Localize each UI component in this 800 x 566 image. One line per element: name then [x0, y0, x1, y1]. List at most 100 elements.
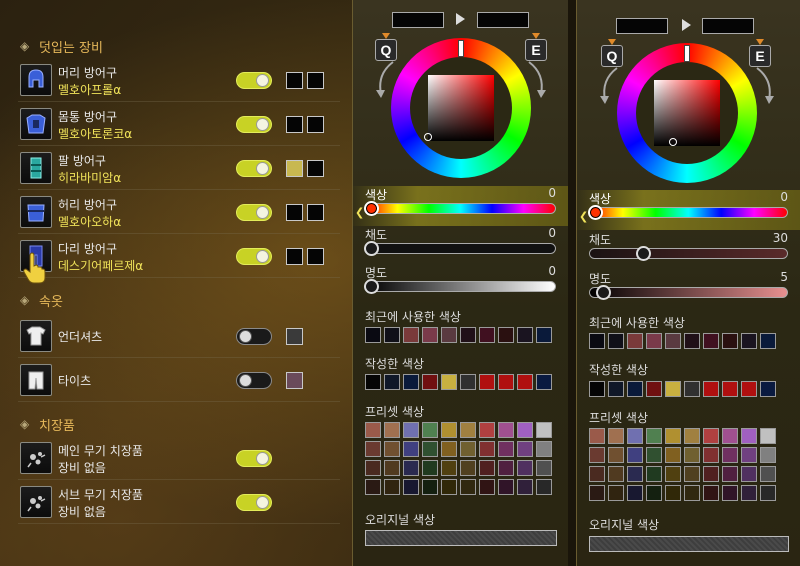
equipment-row-undershirt[interactable]: 언더셔츠 — [18, 318, 340, 358]
color-swatch[interactable] — [703, 381, 719, 397]
color-swatch[interactable] — [665, 485, 681, 501]
color-swatch[interactable] — [365, 374, 381, 390]
color-swatch[interactable] — [498, 422, 514, 438]
color-swatch[interactable] — [517, 479, 533, 495]
color-swatch[interactable] — [665, 381, 681, 397]
color-swatch[interactable] — [741, 447, 757, 463]
equipment-row-waist[interactable]: 허리 방어구 멜호아오하α — [18, 194, 340, 234]
color-swatch-primary[interactable] — [286, 72, 303, 89]
color-swatch[interactable] — [722, 466, 738, 482]
visibility-toggle[interactable] — [236, 204, 272, 221]
chevron-left-icon[interactable]: ❮ — [579, 210, 588, 223]
color-swatch[interactable] — [703, 447, 719, 463]
color-swatch-primary[interactable] — [286, 372, 303, 389]
color-swatch[interactable] — [517, 374, 533, 390]
color-swatch[interactable] — [722, 333, 738, 349]
equipment-row-legs[interactable]: 다리 방어구 데스기어페르제α — [18, 238, 340, 278]
color-swatch[interactable] — [384, 327, 400, 343]
color-swatch[interactable] — [627, 485, 643, 501]
equipment-row-chest[interactable]: 몸통 방어구 멜호아토론코α — [18, 106, 340, 146]
color-swatch[interactable] — [460, 327, 476, 343]
equipment-row-main-weapon-decor[interactable]: 메인 무기 치장품 장비 없음 — [18, 440, 340, 480]
color-swatch[interactable] — [460, 479, 476, 495]
color-swatch[interactable] — [608, 485, 624, 501]
color-swatch-secondary[interactable] — [307, 116, 324, 133]
color-swatch[interactable] — [684, 447, 700, 463]
saturation-slider-knob[interactable] — [364, 241, 379, 256]
color-swatch[interactable] — [646, 381, 662, 397]
color-swatch[interactable] — [703, 466, 719, 482]
color-swatch[interactable] — [517, 327, 533, 343]
color-swatch[interactable] — [627, 428, 643, 444]
color-swatch[interactable] — [517, 460, 533, 476]
key-e-button[interactable]: E — [525, 33, 547, 61]
color-swatch[interactable] — [760, 381, 776, 397]
hue-slider-knob[interactable] — [588, 205, 603, 220]
color-swatch[interactable] — [460, 422, 476, 438]
color-swatch[interactable] — [365, 460, 381, 476]
color-swatch[interactable] — [441, 327, 457, 343]
color-swatch[interactable] — [741, 333, 757, 349]
color-swatch[interactable] — [722, 485, 738, 501]
saturation-brightness-square[interactable] — [424, 75, 494, 141]
color-swatch[interactable] — [479, 374, 495, 390]
color-swatch[interactable] — [665, 428, 681, 444]
visibility-toggle[interactable] — [236, 328, 272, 345]
color-swatch[interactable] — [479, 327, 495, 343]
color-swatch[interactable] — [403, 422, 419, 438]
equipment-row-tights[interactable]: 타이츠 — [18, 362, 340, 402]
saturation-slider-block[interactable]: 채도 30 — [577, 231, 800, 271]
color-swatch[interactable] — [665, 466, 681, 482]
color-swatch[interactable] — [441, 374, 457, 390]
color-swatch[interactable] — [627, 381, 643, 397]
color-swatch[interactable] — [498, 479, 514, 495]
color-swatch[interactable] — [722, 381, 738, 397]
original-color-button[interactable] — [589, 536, 789, 552]
color-swatch[interactable] — [403, 479, 419, 495]
color-swatch[interactable] — [460, 374, 476, 390]
visibility-toggle[interactable] — [236, 248, 272, 265]
color-swatch[interactable] — [703, 485, 719, 501]
hue-slider-block[interactable]: ❮ 색상 0 — [577, 190, 800, 230]
color-swatch[interactable] — [422, 422, 438, 438]
color-swatch[interactable] — [403, 327, 419, 343]
color-swatch[interactable] — [665, 333, 681, 349]
color-swatch[interactable] — [403, 374, 419, 390]
color-swatch[interactable] — [460, 460, 476, 476]
color-swatch[interactable] — [589, 333, 605, 349]
color-swatch[interactable] — [536, 374, 552, 390]
key-e-button[interactable]: E — [749, 39, 771, 67]
color-swatch[interactable] — [741, 428, 757, 444]
color-swatch[interactable] — [703, 333, 719, 349]
color-swatch[interactable] — [760, 466, 776, 482]
color-swatch[interactable] — [441, 422, 457, 438]
color-swatch-primary[interactable] — [286, 204, 303, 221]
visibility-toggle[interactable] — [236, 160, 272, 177]
hue-wheel-marker[interactable] — [684, 45, 690, 62]
color-swatch[interactable] — [741, 485, 757, 501]
hue-wheel[interactable] — [391, 38, 531, 178]
color-swatch[interactable] — [365, 441, 381, 457]
visibility-toggle[interactable] — [236, 450, 272, 467]
visibility-toggle[interactable] — [236, 116, 272, 133]
color-swatch[interactable] — [384, 441, 400, 457]
color-swatch[interactable] — [422, 460, 438, 476]
color-swatch[interactable] — [517, 422, 533, 438]
saturation-slider-knob[interactable] — [636, 246, 651, 261]
color-swatch[interactable] — [760, 485, 776, 501]
color-swatch[interactable] — [536, 441, 552, 457]
color-swatch[interactable] — [684, 428, 700, 444]
equipment-row-sub-weapon-decor[interactable]: 서브 무기 치장품 장비 없음 — [18, 484, 340, 524]
sv-cursor[interactable] — [669, 138, 677, 146]
sv-cursor[interactable] — [424, 133, 432, 141]
color-swatch[interactable] — [589, 466, 605, 482]
hue-slider[interactable] — [588, 205, 788, 220]
color-swatch[interactable] — [608, 428, 624, 444]
color-swatch[interactable] — [589, 485, 605, 501]
chevron-left-icon[interactable]: ❮ — [355, 206, 364, 219]
color-swatch[interactable] — [646, 447, 662, 463]
color-swatch[interactable] — [646, 466, 662, 482]
saturation-slider[interactable] — [364, 241, 556, 256]
color-swatch-primary[interactable] — [286, 328, 303, 345]
color-swatch[interactable] — [741, 381, 757, 397]
